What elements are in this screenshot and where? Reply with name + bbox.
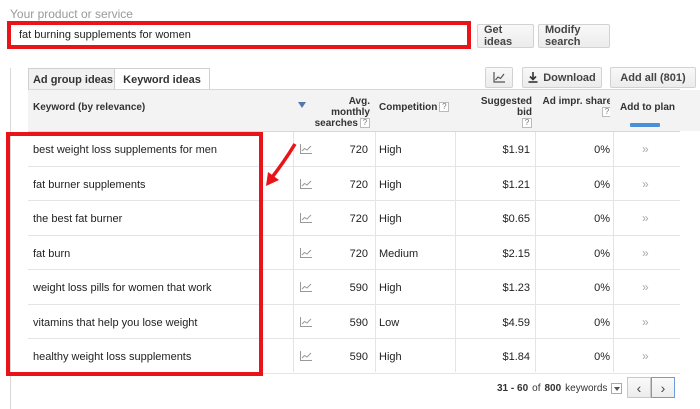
competition-cell: High xyxy=(379,351,402,363)
pagination-info: 31 - 60 of 800 keywords xyxy=(497,383,623,394)
column-divider xyxy=(455,132,456,372)
help-icon[interactable]: ? xyxy=(360,118,370,129)
line-chart-icon xyxy=(492,72,505,83)
column-header-keyword[interactable]: Keyword (by relevance) xyxy=(33,102,145,113)
searches-cell: 720 xyxy=(349,144,368,156)
column-header-competition-label: Competition xyxy=(379,102,438,113)
competition-cell: Medium xyxy=(379,247,419,260)
add-to-plan-indicator xyxy=(630,123,660,127)
add-to-plan-button[interactable]: » xyxy=(642,211,649,225)
bid-cell: $4.59 xyxy=(502,316,530,329)
add-to-plan-button[interactable]: » xyxy=(642,315,649,329)
trend-chart-icon[interactable] xyxy=(300,282,312,292)
download-button[interactable]: Download xyxy=(522,67,602,88)
chart-toggle-button[interactable] xyxy=(485,67,513,88)
competition-cell: High xyxy=(379,282,402,294)
column-header-searches-line2: searches xyxy=(314,118,358,129)
trend-chart-icon[interactable] xyxy=(300,316,312,327)
next-page-button[interactable]: › xyxy=(651,377,675,398)
column-header-add-to-plan: Add to plan xyxy=(620,102,675,113)
pagination-unit: keywords xyxy=(565,383,608,394)
column-divider xyxy=(535,132,536,372)
tab-ad-group-ideas[interactable]: Ad group ideas xyxy=(28,68,118,90)
add-to-plan-button[interactable]: » xyxy=(642,142,649,156)
ad-share-cell: 0% xyxy=(594,282,610,294)
sort-desc-icon[interactable] xyxy=(298,102,306,108)
column-header-searches-line1: Avg. monthly xyxy=(331,96,370,118)
add-all-button[interactable]: Add all (801) xyxy=(610,67,696,88)
trend-chart-icon[interactable] xyxy=(300,247,312,258)
previous-page-button[interactable]: ‹ xyxy=(627,377,651,398)
get-ideas-button[interactable]: Get ideas xyxy=(477,24,534,48)
searches-cell: 720 xyxy=(349,178,368,191)
keywords-highlight-box xyxy=(6,132,263,376)
add-to-plan-button[interactable]: » xyxy=(642,349,649,363)
column-header-competition[interactable]: Competition? xyxy=(379,102,450,113)
pagination-total: 800 xyxy=(544,383,562,394)
search-input[interactable] xyxy=(11,25,467,45)
add-to-plan-button[interactable]: » xyxy=(642,177,649,191)
search-label: Your product or service xyxy=(10,7,133,21)
competition-cell: High xyxy=(379,144,402,156)
ad-share-cell: 0% xyxy=(594,178,610,191)
download-label: Download xyxy=(543,71,596,84)
search-field-highlight xyxy=(7,21,471,49)
page-size-dropdown[interactable] xyxy=(611,383,623,394)
pagination-of: of xyxy=(532,383,541,394)
trend-chart-icon[interactable] xyxy=(300,213,312,223)
tab-keyword-ideas[interactable]: Keyword ideas xyxy=(114,68,210,91)
competition-cell: High xyxy=(379,213,402,225)
column-header-ad-share[interactable]: Ad impr. share ? xyxy=(538,96,612,118)
ad-share-cell: 0% xyxy=(594,247,610,260)
help-icon[interactable]: ? xyxy=(522,118,532,129)
bid-cell: $1.23 xyxy=(502,282,530,294)
searches-cell: 590 xyxy=(349,351,368,363)
bid-cell: $2.15 xyxy=(502,247,530,260)
trend-chart-icon[interactable] xyxy=(300,351,312,361)
column-header-bid[interactable]: Suggested bid ? xyxy=(466,96,532,129)
ad-share-cell: 0% xyxy=(594,316,610,329)
searches-cell: 590 xyxy=(349,282,368,294)
column-header-bid-label: Suggested bid xyxy=(480,96,532,118)
bid-cell: $1.21 xyxy=(502,178,530,191)
bid-cell: $1.84 xyxy=(502,351,530,363)
competition-cell: Low xyxy=(379,316,400,329)
download-icon xyxy=(528,72,538,83)
add-to-plan-button[interactable]: » xyxy=(642,280,649,294)
searches-cell: 720 xyxy=(349,247,368,260)
pagination-range: 31 - 60 xyxy=(497,383,529,394)
add-to-plan-button[interactable]: » xyxy=(642,246,649,260)
ad-share-cell: 0% xyxy=(594,213,610,225)
column-divider xyxy=(375,132,376,372)
red-arrow-annotation xyxy=(266,143,297,186)
bid-cell: $1.91 xyxy=(502,144,530,156)
competition-cell: High xyxy=(379,178,402,191)
ad-share-cell: 0% xyxy=(594,351,610,363)
help-icon[interactable]: ? xyxy=(439,102,450,113)
column-divider xyxy=(613,132,614,372)
searches-cell: 720 xyxy=(349,213,368,225)
column-header-searches[interactable]: Avg. monthly searches? xyxy=(313,96,370,129)
table-header: Keyword (by relevance) Avg. monthly sear… xyxy=(28,89,700,132)
modify-search-button[interactable]: Modify search xyxy=(538,24,610,48)
bid-cell: $0.65 xyxy=(502,213,530,225)
ad-share-cell: 0% xyxy=(594,144,610,156)
column-header-ad-share-label: Ad impr. share xyxy=(542,96,612,107)
searches-cell: 590 xyxy=(349,316,368,329)
